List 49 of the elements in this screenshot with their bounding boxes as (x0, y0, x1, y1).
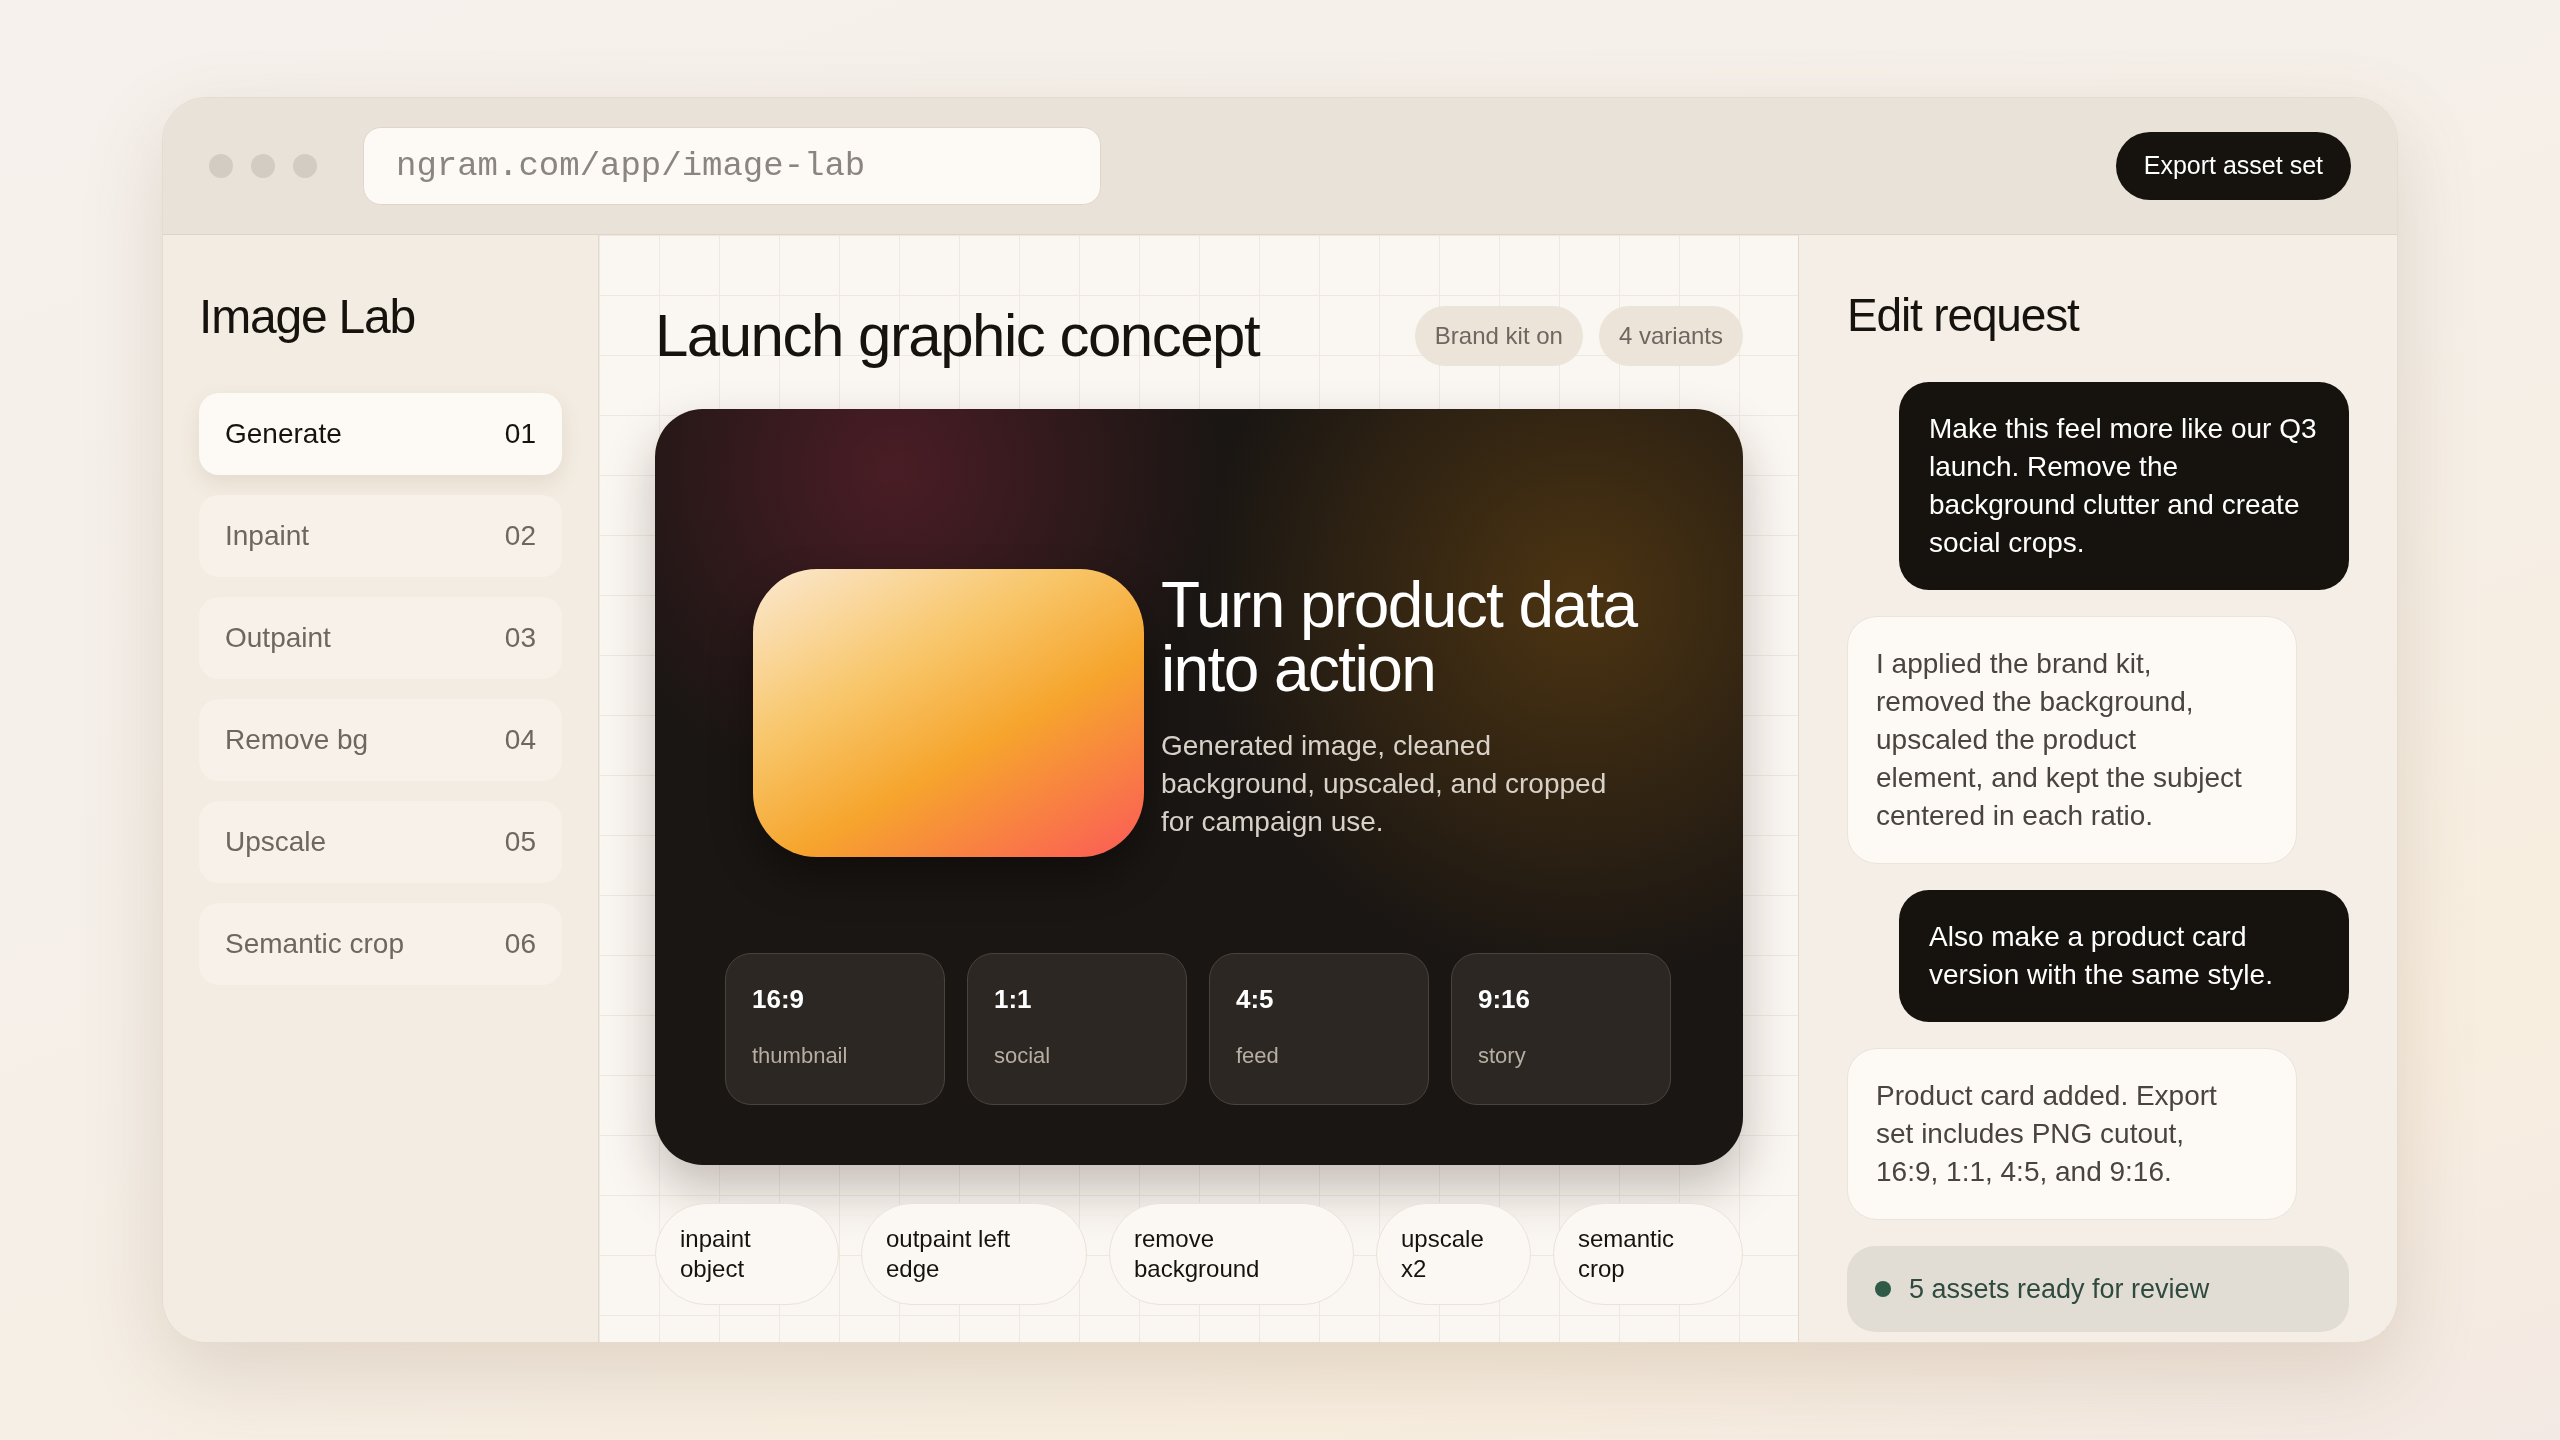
item-number: 04 (504, 723, 536, 757)
export-button[interactable]: Export asset set (2115, 132, 2351, 200)
action-chip[interactable]: inpaint object (655, 1203, 839, 1305)
item-number: 02 (504, 519, 536, 553)
status-badge: Brand kit on (1414, 306, 1583, 366)
item-label: Remove bg (225, 723, 369, 757)
ratio-tile[interactable]: 4:5 feed (1209, 953, 1429, 1105)
user-message: Make this feel more like our Q3 launch. Remove the background clutter and create social crops. (1899, 382, 2349, 590)
url-text: ngram.com/app/image-lab (396, 145, 866, 187)
ratio-value: 16:9 (752, 983, 806, 1016)
sidebar-title: Image Lab (199, 289, 417, 345)
item-label: Outpaint (225, 621, 331, 655)
item-number: 05 (504, 825, 536, 859)
preview-description: Generated image, cleaned background, upscaled, and cropped for campaign use. (1161, 729, 1608, 839)
item-number: 03 (504, 621, 536, 655)
ratio-tile[interactable]: 16:9 thumbnail (725, 953, 945, 1105)
item-label: Upscale (225, 825, 327, 859)
ratio-use: social (994, 1042, 1052, 1070)
ratio-use: feed (1236, 1042, 1280, 1070)
ratio-tile[interactable]: 9:16 story (1451, 953, 1671, 1105)
item-label: Generate (225, 417, 342, 451)
item-label: Semantic crop (225, 927, 404, 961)
assistant-message: I applied the brand kit, removed the background, upscaled the product element, and kept the subject centered in each ratio. (1847, 616, 2297, 864)
sidebar-item[interactable]: Generate 01 (199, 393, 562, 475)
sidebar-item[interactable]: Remove bg 04 (199, 699, 562, 781)
action-chip[interactable]: upscale x2 (1376, 1203, 1531, 1305)
action-chip[interactable]: semantic crop (1553, 1203, 1743, 1305)
status-badge: 4 variants (1598, 306, 1743, 366)
page-title: Launch graphic concept (655, 301, 1260, 371)
ratio-use: story (1478, 1042, 1527, 1070)
ratio-value: 9:16 (1478, 983, 1532, 1016)
item-number: 06 (504, 927, 536, 961)
item-number: 01 (504, 417, 536, 451)
panel-title: Edit request (1847, 288, 2081, 343)
ratio-value: 1:1 (994, 983, 1033, 1016)
ratio-value: 4:5 (1236, 983, 1275, 1016)
item-label: Inpaint (225, 519, 310, 553)
sidebar-item[interactable]: Semantic crop 06 (199, 903, 562, 985)
action-chip[interactable]: outpaint left edge (861, 1203, 1087, 1305)
ratio-tile[interactable]: 1:1 social (967, 953, 1187, 1105)
user-message: Also make a product card version with the same style. (1899, 890, 2349, 1022)
assistant-message: Product card added. Export set includes PNG cutout, 16:9, 1:1, 4:5, and 9:16. (1847, 1048, 2297, 1220)
ratio-use: thumbnail (752, 1042, 849, 1070)
sidebar-item[interactable]: Upscale 05 (199, 801, 562, 883)
status-text: 5 assets ready for review (1909, 1272, 2210, 1306)
preview-headline: Turn product data into action (1161, 573, 1639, 701)
sidebar-item[interactable]: Outpaint 03 (199, 597, 562, 679)
sidebar-item[interactable]: Inpaint 02 (199, 495, 562, 577)
action-chip[interactable]: remove background (1109, 1203, 1354, 1305)
